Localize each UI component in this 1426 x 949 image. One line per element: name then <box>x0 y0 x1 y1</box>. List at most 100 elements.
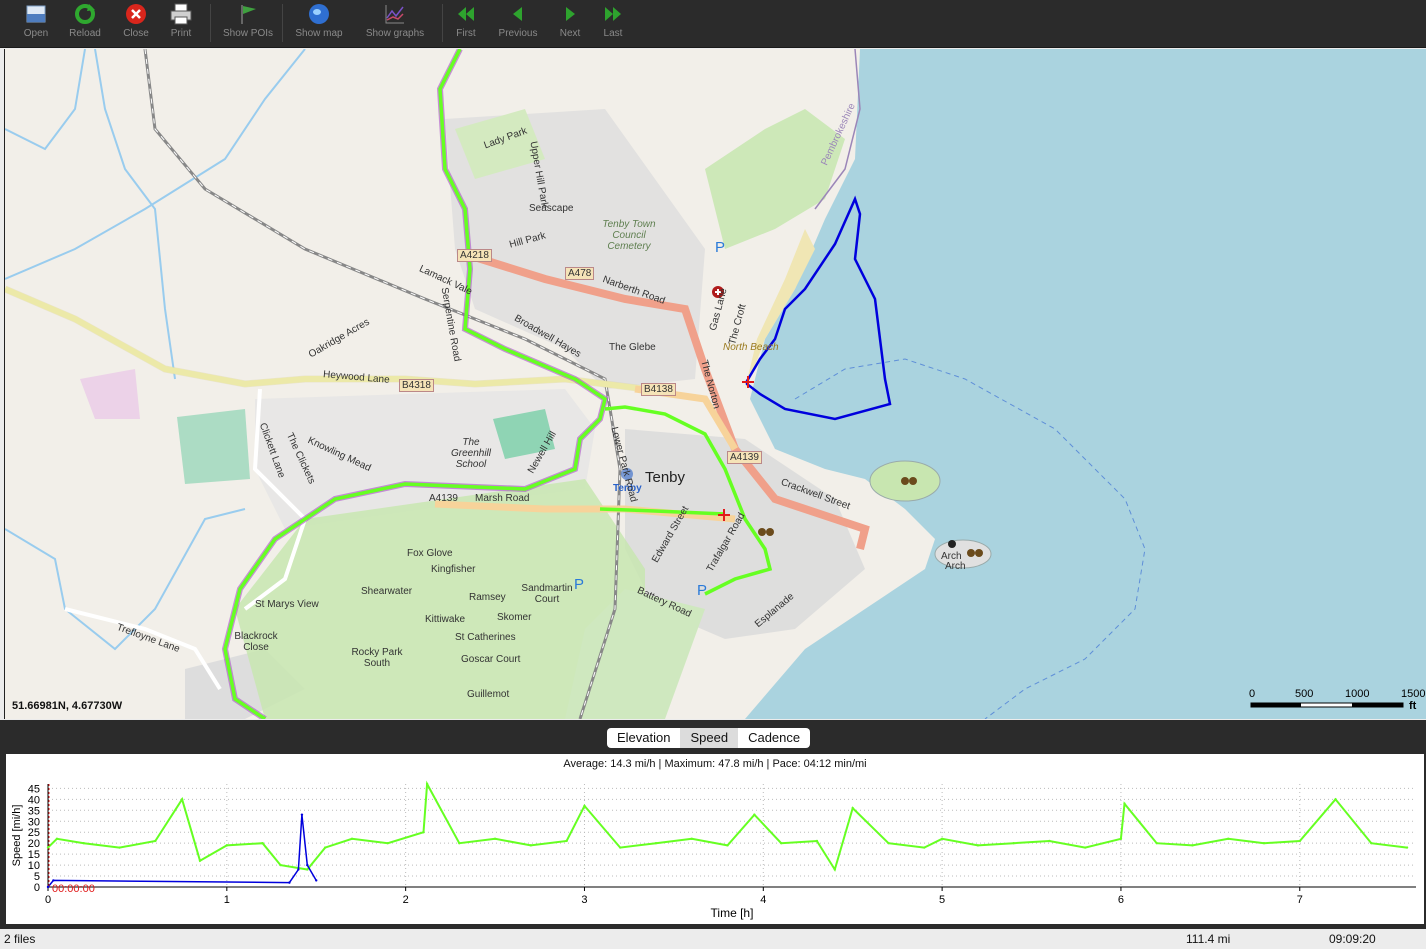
data-point <box>315 879 318 882</box>
sports-pitch <box>177 409 250 484</box>
file-count: 2 files <box>4 932 36 946</box>
show-pois-button[interactable]: Show POIs <box>220 0 276 46</box>
x-tick-label: 3 <box>581 894 587 906</box>
toolbar-separator <box>282 4 283 42</box>
data-point <box>1012 841 1015 845</box>
place-label: Kingfisher <box>431 564 476 575</box>
y-tick-label: 30 <box>28 816 40 828</box>
data-point <box>180 798 184 801</box>
data-point <box>288 881 291 884</box>
data-point <box>1119 837 1123 840</box>
next-button[interactable]: Next <box>556 0 584 46</box>
data-point <box>619 846 622 849</box>
previous-button[interactable]: Previous <box>496 0 540 46</box>
show-map-button[interactable]: Show map <box>292 0 346 46</box>
speed-graph[interactable]: Average: 14.3 mi/h | Maximum: 47.8 mi/h … <box>6 754 1424 924</box>
place-label: St Marys View <box>255 599 319 610</box>
place-label: Blackrock Close <box>234 631 278 653</box>
road-shield-a4139: A4139 <box>727 451 762 464</box>
y-tick-label: 15 <box>28 849 40 861</box>
next-icon <box>566 7 575 21</box>
industrial-area <box>80 369 140 419</box>
last-icon <box>605 7 621 21</box>
data-point <box>851 806 854 810</box>
data-point <box>1334 798 1337 801</box>
place-label: Skomer <box>497 612 532 623</box>
graph-panel: Elevation Speed Cadence Average: 14.3 mi… <box>0 720 1426 929</box>
toolbar: Open Reload Close Print Show POIs Show m… <box>0 0 1426 48</box>
first-button[interactable]: First <box>452 0 480 46</box>
last-button[interactable]: Last <box>600 0 626 46</box>
data-point <box>82 841 85 845</box>
coordinates-readout: 51.66981N, 4.67730W <box>12 700 123 712</box>
data-point <box>422 831 425 834</box>
parking-icon[interactable]: P <box>574 576 584 593</box>
map-scale: 0 500 1000 1500 ft <box>1245 687 1425 717</box>
status-bar: 2 files 111.4 mi 09:09:20 <box>0 929 1426 949</box>
data-point <box>323 846 327 849</box>
scale-bar <box>1250 702 1404 708</box>
arch-label: Arch <box>945 561 966 572</box>
print-button[interactable]: Print <box>166 0 196 46</box>
y-tick-label: 5 <box>34 871 40 883</box>
tab-speed[interactable]: Speed <box>680 728 739 748</box>
y-tick-label: 35 <box>28 805 40 817</box>
map-view[interactable]: Tenby Tenby A4218 A478 Narberth Road B43… <box>4 49 1426 719</box>
place-label: Goscar Court <box>461 654 521 665</box>
close-button[interactable]: Close <box>120 0 152 46</box>
reload-button[interactable]: Reload <box>68 0 102 46</box>
show-graphs-button[interactable]: Show graphs <box>362 0 428 46</box>
flag-icon <box>241 5 256 24</box>
road-label: The Glebe <box>609 342 656 353</box>
globe-icon <box>309 4 329 24</box>
cemetery-label: Tenby Town Council Cemetery <box>602 219 656 252</box>
data-point <box>118 846 121 849</box>
data-point <box>726 844 729 847</box>
graph-icon <box>385 5 404 24</box>
stream <box>5 49 86 151</box>
data-point <box>654 841 658 845</box>
road-label: Marsh Road <box>475 493 530 504</box>
data-point <box>458 841 461 845</box>
data-point <box>887 841 890 845</box>
x-tick-label: 0 <box>45 894 51 906</box>
speed-chart[interactable]: 0510152025303540450 1 2 3 4 5 6 7Time [h]Speed … <box>6 754 1424 924</box>
data-point <box>815 839 819 843</box>
toolbar-separator <box>442 4 443 42</box>
close-icon <box>126 4 146 24</box>
data-point <box>350 837 354 840</box>
data-point <box>261 841 264 845</box>
data-point <box>690 837 693 840</box>
place-label: Fox Glove <box>407 548 453 559</box>
data-point <box>386 841 389 845</box>
place-label: Sandmartin Court <box>521 583 573 605</box>
data-point <box>1262 841 1266 845</box>
scale-unit: ft <box>1409 700 1417 712</box>
toolbar-separator <box>210 4 211 42</box>
sea-area <box>745 49 1426 719</box>
graph-tabs: Elevation Speed Cadence <box>607 728 811 748</box>
parking-icon[interactable]: P <box>697 582 707 599</box>
data-point <box>753 813 756 816</box>
open-button[interactable]: Open <box>20 0 52 46</box>
data-point <box>923 846 926 849</box>
x-tick-label: 2 <box>403 894 409 906</box>
x-axis-label: Time [h] <box>711 906 754 920</box>
y-tick-label: 20 <box>28 838 40 850</box>
data-point <box>1191 844 1194 847</box>
x-tick-label: 1 <box>224 894 230 906</box>
data-point <box>1405 846 1409 849</box>
waypoint-marker[interactable] <box>742 376 754 388</box>
data-point <box>1083 846 1087 849</box>
town-label: Tenby <box>645 469 686 486</box>
data-point <box>583 804 586 808</box>
y-tick-label: 40 <box>28 794 40 806</box>
parking-icon[interactable]: P <box>715 239 725 256</box>
y-tick-label: 10 <box>28 860 40 872</box>
tab-elevation[interactable]: Elevation <box>607 728 680 748</box>
data-point <box>1370 841 1373 845</box>
tab-cadence[interactable]: Cadence <box>738 728 810 748</box>
series-line-1 <box>47 780 1408 872</box>
data-point <box>779 841 783 845</box>
data-point <box>1123 802 1126 805</box>
